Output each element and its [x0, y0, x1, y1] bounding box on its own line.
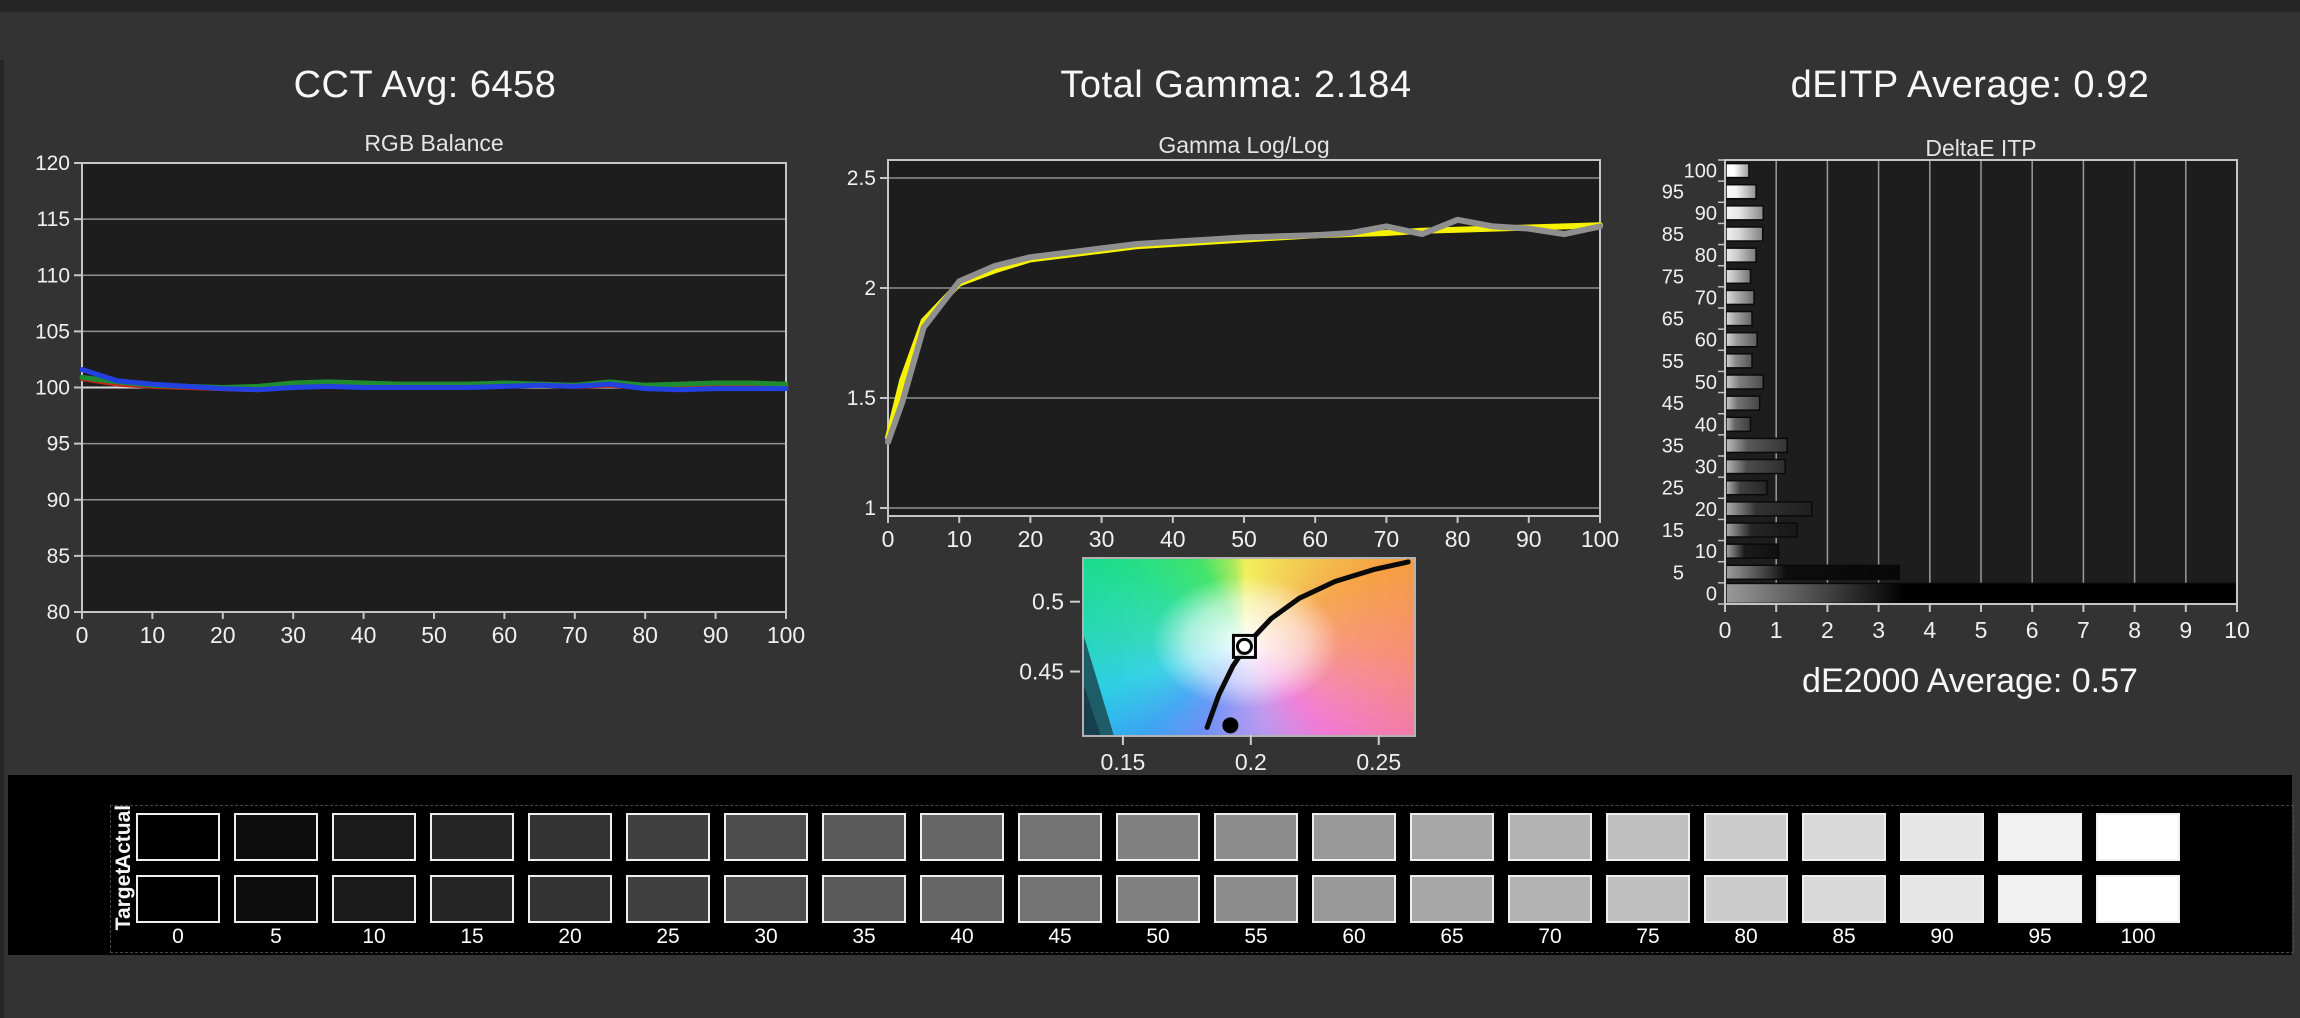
- swatch-level-label: 15: [460, 925, 484, 948]
- actual-swatch-85: [1802, 813, 1886, 861]
- actual-swatch-65: [1410, 813, 1494, 861]
- swatch-level-label: 65: [1440, 925, 1464, 948]
- svg-text:0.15: 0.15: [1101, 749, 1146, 775]
- actual-swatch-60: [1312, 813, 1396, 861]
- svg-text:0.25: 0.25: [1356, 749, 1401, 775]
- target-swatch-85: [1802, 875, 1886, 923]
- svg-text:0.2: 0.2: [1235, 749, 1267, 775]
- swatch-level-label: 70: [1538, 925, 1562, 948]
- actual-swatch-80: [1704, 813, 1788, 861]
- swatch-level-label: 50: [1146, 925, 1170, 948]
- target-swatch-5: [234, 875, 318, 923]
- swatch-level-label: 40: [950, 925, 974, 948]
- target-swatch-60: [1312, 875, 1396, 923]
- target-swatch-15: [430, 875, 514, 923]
- row-label-target: Target: [112, 867, 135, 931]
- target-swatch-35: [822, 875, 906, 923]
- actual-swatch-10: [332, 813, 416, 861]
- swatch-level-label: 0: [172, 925, 184, 948]
- actual-swatch-30: [724, 813, 808, 861]
- target-swatch-55: [1214, 875, 1298, 923]
- swatch-level-label: 95: [2028, 925, 2052, 948]
- actual-swatch-45: [1018, 813, 1102, 861]
- target-swatch-90: [1900, 875, 1984, 923]
- target-swatch-45: [1018, 875, 1102, 923]
- swatch-level-label: 55: [1244, 925, 1268, 948]
- target-swatch-100: [2096, 875, 2180, 923]
- svg-text:0.45: 0.45: [1019, 659, 1064, 685]
- actual-swatch-35: [822, 813, 906, 861]
- actual-swatch-100: [2096, 813, 2180, 861]
- target-swatch-30: [724, 875, 808, 923]
- target-swatch-25: [626, 875, 710, 923]
- target-swatch-70: [1508, 875, 1592, 923]
- actual-swatch-90: [1900, 813, 1984, 861]
- actual-swatch-40: [920, 813, 1004, 861]
- target-swatch-80: [1704, 875, 1788, 923]
- actual-swatch-25: [626, 813, 710, 861]
- actual-swatch-0: [136, 813, 220, 861]
- target-swatch-65: [1410, 875, 1494, 923]
- actual-swatch-50: [1116, 813, 1200, 861]
- swatch-level-label: 10: [362, 925, 386, 948]
- target-swatch-95: [1998, 875, 2082, 923]
- swatch-level-label: 5: [270, 925, 282, 948]
- swatch-level-label: 100: [2120, 925, 2156, 948]
- actual-swatch-20: [528, 813, 612, 861]
- target-swatch-20: [528, 875, 612, 923]
- actual-swatch-5: [234, 813, 318, 861]
- actual-swatch-95: [1998, 813, 2082, 861]
- swatch-level-label: 60: [1342, 925, 1366, 948]
- target-swatch-75: [1606, 875, 1690, 923]
- actual-swatch-55: [1214, 813, 1298, 861]
- actual-swatch-15: [430, 813, 514, 861]
- target-swatch-0: [136, 875, 220, 923]
- calibration-report-page: CCT Avg: 6458 RGB Balance 80 85 90 95 100 105…: [0, 0, 2300, 1018]
- swatch-level-label: 35: [852, 925, 876, 948]
- grayscale-swatch-strip: Actual Target 0 5 10 15 20 25 30 35 40 45 50 55 60 65…: [8, 775, 2294, 955]
- swatch-level-label: 80: [1734, 925, 1758, 948]
- actual-swatch-70: [1508, 813, 1592, 861]
- svg-text:0.5: 0.5: [1032, 589, 1064, 615]
- row-label-actual: Actual: [112, 804, 135, 870]
- swatch-level-label: 30: [754, 925, 778, 948]
- swatch-level-label: 45: [1048, 925, 1072, 948]
- actual-swatch-75: [1606, 813, 1690, 861]
- target-swatch-10: [332, 875, 416, 923]
- target-swatch-50: [1116, 875, 1200, 923]
- swatch-level-label: 20: [558, 925, 582, 948]
- target-swatch-40: [920, 875, 1004, 923]
- swatch-level-label: 25: [656, 925, 680, 948]
- swatch-level-label: 85: [1832, 925, 1856, 948]
- swatch-level-label: 90: [1930, 925, 1954, 948]
- swatch-level-label: 75: [1636, 925, 1660, 948]
